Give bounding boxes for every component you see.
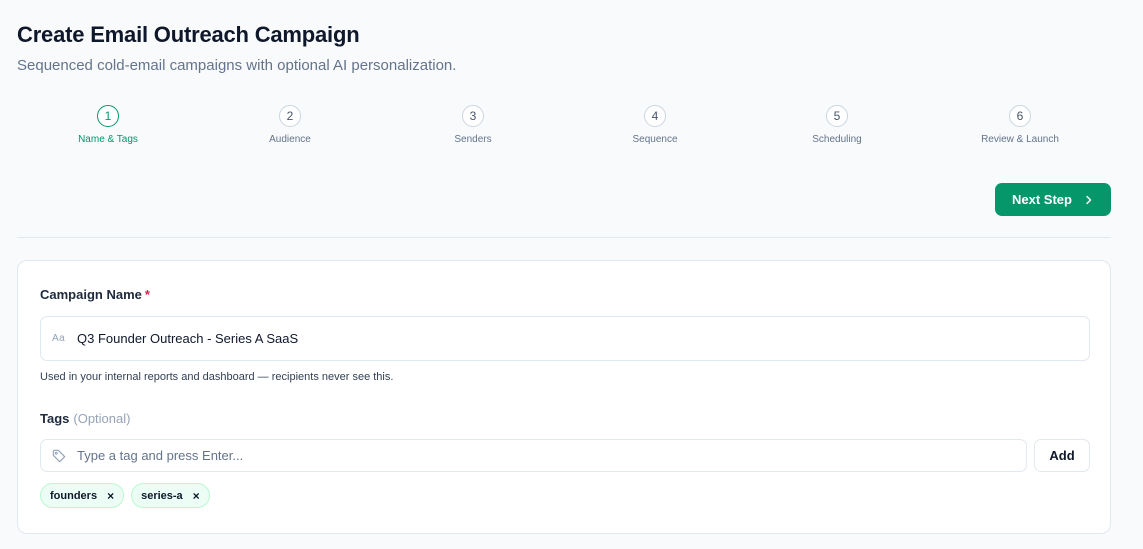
step-scheduling[interactable]: 5 Scheduling xyxy=(777,105,897,145)
tags-label: Tags (Optional) xyxy=(40,411,130,426)
tag-chip: series-a × xyxy=(131,483,210,508)
tag-icon xyxy=(41,449,77,463)
step-senders[interactable]: 3 Senders xyxy=(413,105,533,145)
stepper: 1 Name & Tags 2 Audience 3 Senders 4 Seq… xyxy=(17,105,1111,150)
tag-chip-label: founders xyxy=(50,489,98,502)
next-step-label: Next Step xyxy=(1012,192,1072,207)
step-number: 3 xyxy=(462,105,484,127)
step-label: Name & Tags xyxy=(78,134,138,145)
tags-label-text: Tags xyxy=(40,411,70,426)
next-step-button[interactable]: Next Step xyxy=(995,183,1111,216)
section-divider xyxy=(17,237,1111,238)
step-audience[interactable]: 2 Audience xyxy=(230,105,350,145)
step-number: 1 xyxy=(97,105,119,127)
step-name-and-tags[interactable]: 1 Name & Tags xyxy=(48,105,168,145)
campaign-page: Create Email Outreach Campaign Sequenced… xyxy=(0,0,1143,549)
step-number: 5 xyxy=(826,105,848,127)
step-label: Review & Launch xyxy=(981,134,1059,145)
step-label: Audience xyxy=(269,134,311,145)
step-label: Sequence xyxy=(632,134,678,145)
text-format-icon: Aa xyxy=(52,333,66,344)
required-asterisk: * xyxy=(144,287,150,302)
step-label: Senders xyxy=(454,134,492,145)
step-label: Scheduling xyxy=(812,134,862,145)
step-sequence[interactable]: 4 Sequence xyxy=(595,105,715,145)
step-number: 2 xyxy=(279,105,301,127)
campaign-name-value[interactable]: Q3 Founder Outreach - Series A SaaS xyxy=(77,331,298,346)
tag-input-placeholder[interactable]: Type a tag and press Enter... xyxy=(77,448,243,463)
campaign-name-label: Campaign Name * xyxy=(40,287,150,302)
step-review-and-launch[interactable]: 6 Review & Launch xyxy=(960,105,1080,145)
campaign-form-card: Campaign Name * Aa Q3 Founder Outreach - … xyxy=(17,260,1111,534)
optional-hint: (Optional) xyxy=(73,411,131,426)
campaign-name-input[interactable]: Aa Q3 Founder Outreach - Series A SaaS xyxy=(40,316,1090,361)
page-title: Create Email Outreach Campaign xyxy=(17,22,360,47)
tag-input[interactable]: Type a tag and press Enter... xyxy=(40,439,1027,472)
campaign-name-label-text: Campaign Name xyxy=(40,287,142,302)
tag-chip: founders × xyxy=(40,483,125,508)
remove-tag-icon[interactable]: × xyxy=(107,490,114,502)
page-subtitle: Sequenced cold-email campaigns with opti… xyxy=(17,57,457,74)
tag-chip-label: series-a xyxy=(141,489,183,502)
chevron-right-icon xyxy=(1084,193,1094,207)
step-number: 6 xyxy=(1009,105,1031,127)
campaign-name-help: Used in your internal reports and dashbo… xyxy=(40,371,394,383)
step-number: 4 xyxy=(644,105,666,127)
tag-chip-list: founders × series-a × xyxy=(40,483,210,508)
remove-tag-icon[interactable]: × xyxy=(193,490,200,502)
add-tag-button[interactable]: Add xyxy=(1034,439,1090,472)
